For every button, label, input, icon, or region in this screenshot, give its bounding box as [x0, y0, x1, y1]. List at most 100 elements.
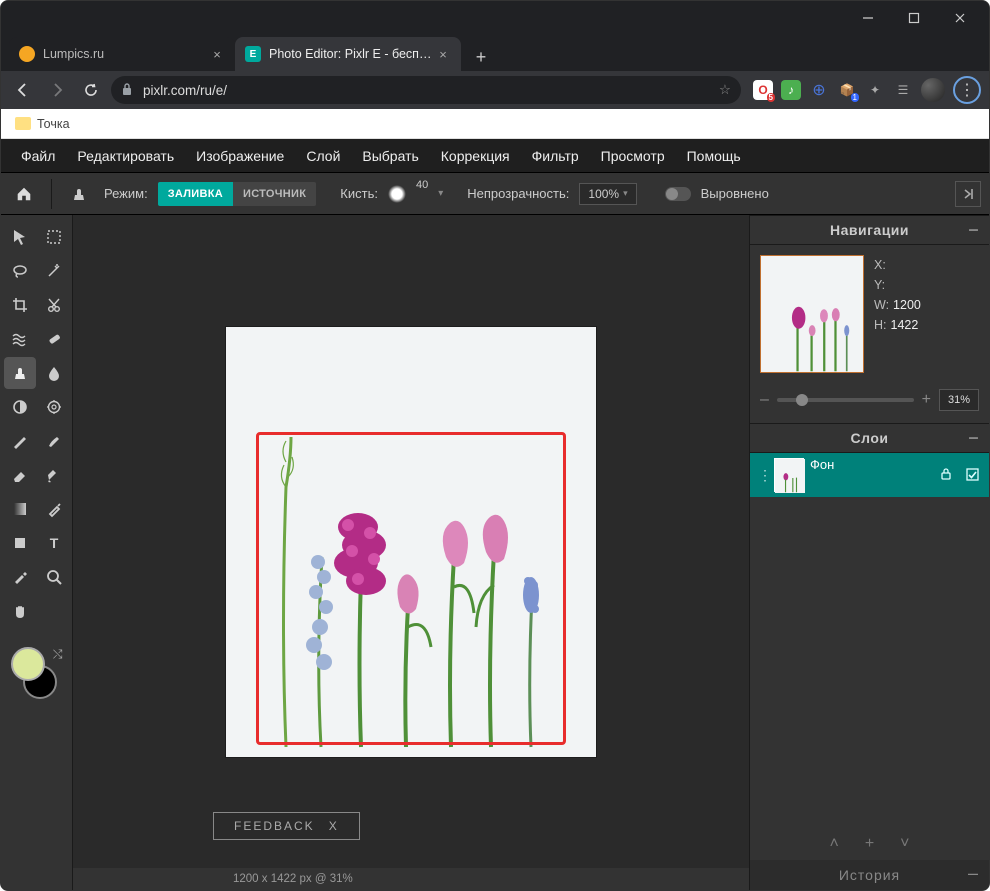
lasso-tool[interactable] — [4, 255, 36, 287]
profile-avatar[interactable] — [921, 78, 945, 102]
mode-fill[interactable]: ЗАЛИВКА — [158, 182, 233, 206]
favicon-icon — [19, 46, 35, 62]
browser-tab[interactable]: Lumpics.ru × — [9, 37, 235, 71]
forward-button[interactable] — [43, 76, 71, 104]
gradient-tool[interactable] — [4, 493, 36, 525]
navigator-thumbnail[interactable] — [760, 255, 864, 373]
bookmark-item[interactable]: Точка — [37, 117, 70, 131]
history-title: История — [839, 867, 900, 883]
zoom-slider[interactable] — [777, 398, 914, 402]
aligned-toggle[interactable] — [665, 187, 691, 201]
navigator-info: X: Y: W:1200 H:1422 — [874, 255, 921, 373]
fill-tool[interactable] — [38, 459, 70, 491]
lock-icon[interactable] — [939, 467, 955, 483]
extension-icon[interactable]: O5 — [753, 80, 773, 100]
mode-toggle[interactable]: ЗАЛИВКА ИСТОЧНИК — [158, 182, 317, 206]
lock-icon — [121, 82, 135, 99]
layers-title: Слои — [851, 430, 889, 446]
extensions-menu-icon[interactable]: ✦ — [865, 80, 885, 100]
menu-edit[interactable]: Редактировать — [77, 148, 174, 164]
marquee-tool[interactable] — [38, 221, 70, 253]
eraser-tool[interactable] — [4, 459, 36, 491]
pen-tool[interactable] — [4, 425, 36, 457]
text-tool[interactable]: T — [38, 527, 70, 559]
layer-up-button[interactable]: ˄ — [829, 835, 838, 853]
extension-icon[interactable]: 📦1 — [837, 80, 857, 100]
panel-minimize-icon[interactable]: – — [968, 866, 979, 880]
reload-button[interactable] — [77, 76, 105, 104]
add-layer-button[interactable]: + — [865, 835, 874, 853]
layers-panel-header[interactable]: Слои – — [750, 423, 989, 453]
brush-preview-icon[interactable] — [388, 185, 406, 203]
cutout-tool[interactable] — [38, 289, 70, 321]
tab-close-button[interactable]: × — [209, 46, 225, 62]
window-maximize-button[interactable] — [891, 3, 937, 33]
liquify-tool[interactable] — [4, 323, 36, 355]
right-panels: Навигации – X: Y: W:1200 — [749, 215, 989, 890]
reading-list-icon[interactable]: ☰ — [893, 80, 913, 100]
wand-tool[interactable] — [38, 255, 70, 287]
crop-tool[interactable] — [4, 289, 36, 321]
menu-file[interactable]: Файл — [21, 148, 55, 164]
picker-tool[interactable] — [4, 561, 36, 593]
color-swatches[interactable]: ⤭ — [11, 647, 63, 699]
tab-title: Lumpics.ru — [43, 47, 209, 61]
replace-color-tool[interactable] — [38, 493, 70, 525]
extension-icon[interactable]: ⊕ — [809, 80, 829, 100]
history-panel-header[interactable]: История – — [750, 860, 989, 890]
layer-thumbnail — [774, 458, 804, 492]
feedback-tab[interactable]: FEEDBACK X — [213, 812, 360, 840]
shape-tool[interactable] — [4, 527, 36, 559]
bookmark-star-icon[interactable]: ☆ — [719, 82, 731, 98]
panel-minimize-icon[interactable]: – — [968, 222, 979, 236]
hand-tool[interactable] — [4, 595, 36, 627]
menu-help[interactable]: Помощь — [687, 148, 741, 164]
new-tab-button[interactable]: + — [467, 43, 495, 71]
layer-down-button[interactable]: ˅ — [900, 835, 909, 853]
blur-tool[interactable] — [38, 357, 70, 389]
back-button[interactable] — [9, 76, 37, 104]
opacity-dropdown[interactable]: 100% ▾ — [579, 183, 636, 205]
window-close-button[interactable] — [937, 3, 983, 33]
navigation-panel-header[interactable]: Навигации – — [750, 215, 989, 245]
arrow-tool[interactable] — [4, 221, 36, 253]
zoom-out-button[interactable]: – — [760, 391, 769, 409]
layer-drag-handle-icon[interactable]: ⋮ — [758, 467, 768, 484]
window-minimize-button[interactable] — [845, 3, 891, 33]
visibility-icon[interactable] — [965, 467, 981, 483]
brush-size-value: 40 — [416, 179, 428, 191]
panel-minimize-icon[interactable]: – — [968, 430, 979, 444]
fg-color-swatch[interactable] — [11, 647, 45, 681]
heal-tool[interactable] — [38, 323, 70, 355]
zoom-tool[interactable] — [38, 561, 70, 593]
layer-row[interactable]: ⋮ Фон — [750, 453, 989, 497]
expand-panel-button[interactable] — [955, 181, 981, 207]
menu-adjust[interactable]: Коррекция — [441, 148, 510, 164]
window-titlebar — [1, 1, 989, 35]
zoom-in-button[interactable]: + — [922, 391, 931, 409]
home-button[interactable] — [9, 179, 39, 209]
browser-menu-button[interactable]: ⋮ — [953, 76, 981, 104]
menu-image[interactable]: Изображение — [196, 148, 284, 164]
menu-filter[interactable]: Фильтр — [532, 148, 579, 164]
menu-view[interactable]: Просмотр — [601, 148, 665, 164]
menu-select[interactable]: Выбрать — [362, 148, 418, 164]
extension-icon[interactable]: ♪ — [781, 80, 801, 100]
mode-source[interactable]: ИСТОЧНИК — [233, 182, 316, 206]
brush-tool[interactable] — [38, 425, 70, 457]
browser-toolbar: pixlr.com/ru/e/ ☆ O5 ♪ ⊕ 📦1 ✦ ☰ ⋮ — [1, 71, 989, 109]
canvas-surface[interactable]: FEEDBACK X — [73, 215, 749, 868]
sponge-tool[interactable] — [38, 391, 70, 423]
browser-tab-active[interactable]: E Photo Editor: Pixlr E - бесплатны × — [235, 37, 461, 71]
address-bar[interactable]: pixlr.com/ru/e/ ☆ — [111, 76, 741, 104]
toolbox: T ⤭ — [1, 215, 73, 890]
canvas-image[interactable] — [226, 327, 596, 757]
clone-tool[interactable] — [4, 357, 36, 389]
feedback-close[interactable]: X — [329, 819, 339, 833]
tab-close-button[interactable]: × — [435, 46, 451, 62]
zoom-percent-box[interactable]: 31% — [939, 389, 979, 411]
nav-title: Навигации — [830, 222, 909, 238]
dodge-tool[interactable] — [4, 391, 36, 423]
swap-colors-icon[interactable]: ⤭ — [53, 647, 63, 662]
menu-layer[interactable]: Слой — [306, 148, 340, 164]
